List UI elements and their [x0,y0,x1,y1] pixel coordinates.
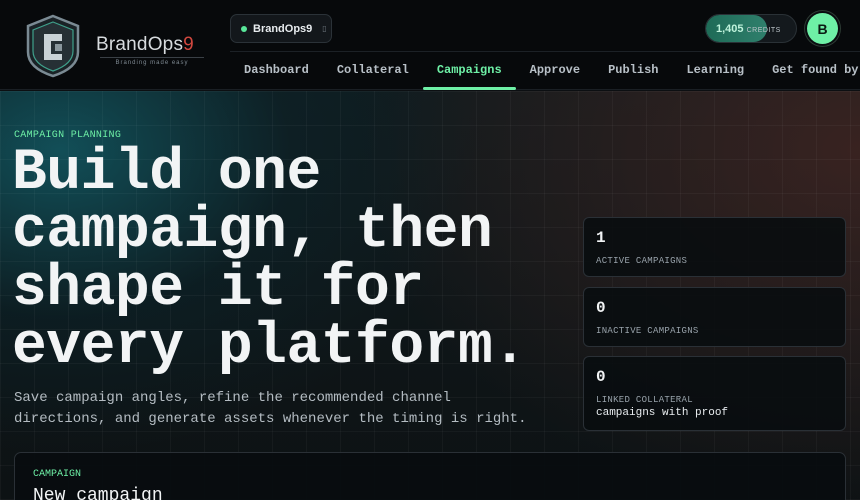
credits-meter[interactable]: 1,405 CREDITS [705,14,797,43]
nav-item-dashboard[interactable]: Dashboard [230,62,323,90]
campaign-hero: CAMPAIGN PLANNING Build one campaign, th… [0,91,860,500]
workspace-status-dot [241,25,247,32]
headline-line: campaign, then [12,199,493,264]
main-nav: Dashboard Collateral Campaigns Approve P… [230,62,860,90]
hero-eyebrow: CAMPAIGN PLANNING [14,130,122,141]
credits-unit: CREDITS [746,27,781,34]
headline-line: Build one [12,141,321,206]
credits-value: 1,405 [716,23,744,35]
stat-label: ACTIVE CAMPAIGNS [596,256,688,266]
description-line: Save campaign angles, refine the recomme… [14,390,451,406]
headline-line: every platform. [12,315,527,380]
nav-item-get-found-by-ai[interactable]: Get found by AI [758,62,860,90]
brand-suffix: 9 [183,34,194,55]
brand-tagline: Branding made easy [100,57,204,66]
campaign-title[interactable]: New campaign [33,486,163,500]
campaign-card[interactable]: CAMPAIGN New campaign [14,452,846,500]
brand-name: BrandOps9 [96,34,194,55]
nav-divider [230,51,860,52]
campaign-eyebrow: CAMPAIGN [33,469,82,480]
stat-value: 0 [596,299,606,317]
stat-label: LINKED COLLATERAL [596,395,693,405]
nav-item-campaigns[interactable]: Campaigns [422,62,516,90]
hero-headline: Build one campaign, then shape it for ev… [12,145,582,377]
stat-value: 0 [596,368,606,386]
top-header: BrandOps9 Branding made easy BrandOps9 ▯… [0,0,860,90]
user-avatar[interactable]: B [807,13,838,44]
stat-card-inactive: 0 INACTIVE CAMPAIGNS [583,287,846,347]
description-line: directions, and generate assets whenever… [14,411,527,427]
workspace-name: BrandOps9 [253,22,313,35]
stat-card-linked-collateral: 0 LINKED COLLATERAL campaigns with proof [583,356,846,431]
headline-line: shape it for [12,257,424,322]
nav-item-collateral[interactable]: Collateral [323,62,423,90]
stat-card-active: 1 ACTIVE CAMPAIGNS [583,217,846,277]
credits-readout: 1,405 CREDITS [716,23,781,35]
nav-item-approve[interactable]: Approve [516,62,594,90]
hero-description: Save campaign angles, refine the recomme… [14,388,534,430]
stat-value: 1 [596,229,606,247]
workspace-switcher[interactable]: BrandOps9 ▯ [230,14,332,43]
brand-logo-icon[interactable] [24,14,82,78]
chevron-down-icon: ▯ [322,24,327,33]
nav-item-learning[interactable]: Learning [672,62,758,90]
stat-label: INACTIVE CAMPAIGNS [596,326,699,336]
nav-item-publish[interactable]: Publish [594,62,672,90]
stat-subtext: campaigns with proof [596,407,729,419]
